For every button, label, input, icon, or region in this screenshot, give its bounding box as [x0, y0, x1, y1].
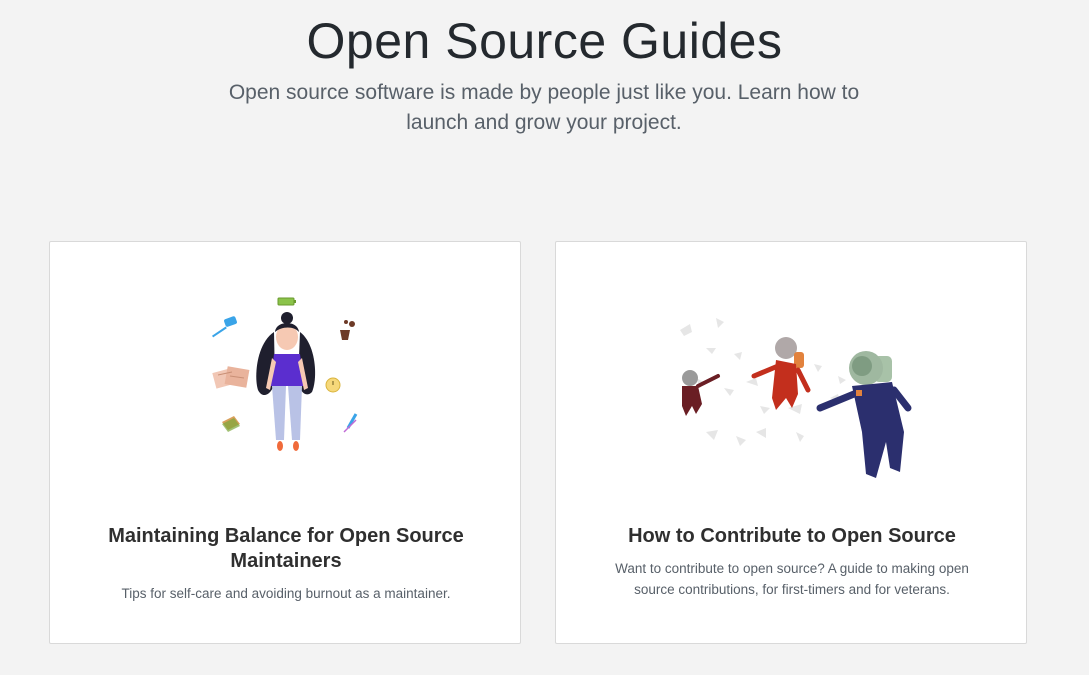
page-title: Open Source Guides [306, 13, 783, 69]
guide-card-title: Maintaining Balance for Open Source Main… [108, 525, 464, 572]
woman-with-floating-items-illustration [212, 297, 358, 451]
astronaut-large [816, 351, 912, 478]
guide-card-title: How to Contribute to Open Source [628, 525, 956, 547]
coffee-icon [340, 320, 355, 340]
guide-card-maintaining-balance[interactable]: Maintaining Balance for Open Source Main… [49, 241, 521, 644]
toothpaste-icon [212, 316, 237, 338]
astronaut-small [682, 370, 720, 416]
page-subtitle: Open source software is made by people j… [228, 81, 860, 134]
battery-icon [277, 297, 296, 306]
pen-icon [343, 413, 358, 433]
guide-card-description: Tips for self-care and avoiding burnout … [121, 586, 451, 601]
floating-astronauts-illustration [680, 318, 912, 478]
sandwich-icon [222, 416, 240, 432]
guide-card-how-to-contribute[interactable]: How to Contribute to Open Source Want to… [555, 241, 1027, 644]
alarm-clock-icon [325, 377, 341, 393]
guide-card-description: Want to contribute to open source? A gui… [615, 561, 969, 597]
papers-icon [212, 366, 250, 389]
astronaut-red [751, 337, 811, 410]
